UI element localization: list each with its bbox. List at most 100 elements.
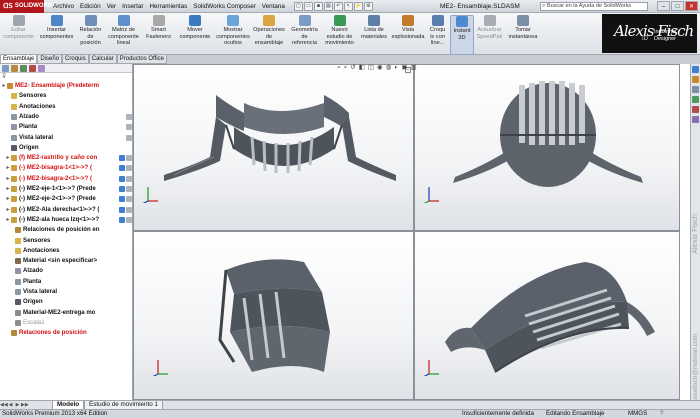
ribbon-button[interactable]: Mover componente: [175, 15, 215, 55]
options-icon[interactable]: ⚙: [363, 1, 373, 11]
tab-scroll-last-icon[interactable]: ▶▶: [21, 402, 29, 408]
ribbon-button[interactable]: Nuevo estudio de movimiento: [322, 15, 357, 55]
tree-item[interactable]: ▸ (f) ME2-rastrillo y caño con: [0, 153, 133, 163]
view-palette-icon[interactable]: [692, 96, 699, 103]
zoom-to-fit-icon[interactable]: ⌕: [337, 64, 341, 72]
zoom-area-icon[interactable]: ⌕: [344, 64, 348, 72]
view-orientation-icon[interactable]: ◫: [368, 64, 374, 72]
solidworks-logo[interactable]: ꓷꓢ SOLIDWORKS: [0, 0, 56, 13]
ribbon-button[interactable]: Geometría de referencia: [287, 15, 322, 55]
previous-view-icon[interactable]: ↺: [350, 64, 355, 72]
tree-item[interactable]: Anotaciones: [0, 102, 133, 112]
ribbon-button[interactable]: Matriz de componente lineal: [105, 15, 142, 55]
display-manager-tab-icon[interactable]: [38, 65, 45, 72]
tree-item[interactable]: Origen: [0, 297, 133, 307]
tree-item[interactable]: ▸ ME2- Ensamblaje (Predeterm: [0, 81, 133, 91]
ribbon-button[interactable]: Relación de posición: [76, 15, 105, 55]
new-document-icon[interactable]: ▢: [293, 1, 303, 11]
filter-icon[interactable]: ⊽: [2, 74, 6, 80]
edit-appearance-icon[interactable]: ◐: [394, 64, 398, 72]
ribbon-button[interactable]: Lista de materiales: [357, 15, 391, 55]
hide-show-items-icon[interactable]: ◍: [386, 64, 392, 72]
tree-item[interactable]: Sensores: [0, 91, 133, 101]
select-icon[interactable]: ↖: [343, 1, 353, 11]
file-explorer-icon[interactable]: [692, 86, 699, 93]
custom-properties-icon[interactable]: [692, 116, 699, 123]
save-icon[interactable]: ■: [313, 1, 323, 11]
ribbon-button[interactable]: Operaciones de ensamblaje: [251, 15, 287, 55]
tree-item[interactable]: Planta: [0, 122, 133, 132]
graphics-area[interactable]: ⌕ ⌕ ↺ ◧ ◫ ◉ ◍ ◐ ▣ ▥ +: [133, 64, 690, 400]
ribbon-button[interactable]: Smart Fasteners: [142, 15, 175, 55]
menu-item[interactable]: SolidWorks Composer: [190, 0, 259, 13]
tree-item[interactable]: ▸ (-) ME2-eje-1<1>->? (Prede: [0, 184, 133, 194]
tree-item[interactable]: ▸ (-) ME2-ala hueca Izq<1>->?: [0, 215, 133, 225]
configuration-tab-icon[interactable]: [20, 65, 27, 72]
feature-tree-tab-icon[interactable]: [2, 65, 9, 72]
menu-item[interactable]: Edición: [77, 0, 104, 13]
tree-item[interactable]: Alzado: [0, 112, 133, 122]
design-library-icon[interactable]: [692, 76, 699, 83]
ribbon-button[interactable]: Vista explosionada: [391, 15, 425, 55]
viewport-top-left[interactable]: +: [133, 64, 414, 231]
command-tab[interactable]: Productos Office: [116, 55, 167, 64]
help-search-input[interactable]: ⌕ Buscar en la Ayuda de SolidWorks: [540, 2, 648, 11]
menu-item[interactable]: Herramientas: [146, 0, 190, 13]
tree-item[interactable]: Anotaciones: [0, 246, 133, 256]
tree-item[interactable]: Material-ME2-entrega mo: [0, 308, 133, 318]
command-tab[interactable]: Ensamblaje: [0, 55, 38, 64]
viewport-bottom-left[interactable]: [133, 231, 414, 400]
viewport-top-right[interactable]: [414, 64, 680, 231]
appearances-icon[interactable]: [692, 106, 699, 113]
tree-item[interactable]: Vista lateral: [0, 133, 133, 143]
section-view-icon[interactable]: ◧: [359, 64, 365, 72]
command-tab[interactable]: Diseño: [37, 55, 63, 64]
tab-scroll-prev-icon[interactable]: ◀: [7, 402, 14, 408]
print-icon[interactable]: ▤: [323, 1, 333, 11]
tree-item[interactable]: Vista lateral: [0, 287, 133, 297]
dimxpert-tab-icon[interactable]: [29, 65, 36, 72]
tree-item[interactable]: Material <sin especificar>: [0, 256, 133, 266]
help-icon[interactable]: ?: [660, 410, 663, 418]
tree-item[interactable]: Alzado: [0, 266, 133, 276]
tree-item[interactable]: ▸ (-) ME2-Ala derecha<1>->? (: [0, 205, 133, 215]
menu-item[interactable]: Archivo: [50, 0, 77, 13]
tree-item[interactable]: ▸ (-) ME2-bisagra-2<1>->? (: [0, 174, 133, 184]
menu-item[interactable]: Insertar: [119, 0, 146, 13]
ribbon-button[interactable]: Tomar instantánea: [505, 15, 541, 55]
display-style-icon[interactable]: ◉: [377, 64, 383, 72]
ribbon-button[interactable]: Croqu is con líne...: [425, 15, 450, 55]
tree-item[interactable]: ▸ (-) ME2-bisagra-1<1>->? (: [0, 163, 133, 173]
tree-item[interactable]: Origen: [0, 143, 133, 153]
ribbon-button[interactable]: Editar componente: [0, 15, 37, 55]
ribbon-button[interactable]: Actualizar SpeedPak: [474, 15, 505, 55]
ribbon-button[interactable]: Mostrar componentes ocultos: [215, 15, 251, 55]
maximize-icon[interactable]: □: [671, 1, 684, 11]
tree-item[interactable]: Relaciones de posición en: [0, 225, 133, 235]
close-icon[interactable]: ✕: [685, 1, 698, 11]
apply-scene-icon[interactable]: ▣: [401, 64, 407, 72]
tree-item[interactable]: Sensores: [0, 236, 133, 246]
command-tab[interactable]: Croquis: [62, 55, 89, 64]
tab-scroll-next-icon[interactable]: ▶: [14, 402, 21, 408]
viewport-bottom-right[interactable]: [414, 231, 680, 400]
configuration-flag-icon: [119, 186, 125, 192]
undo-icon[interactable]: ↶: [333, 1, 343, 11]
tree-item[interactable]: Planta: [0, 277, 133, 287]
ribbon-button[interactable]: Insertar componentes: [37, 15, 76, 55]
command-tab[interactable]: Calcular: [88, 55, 117, 64]
ribbon-button[interactable]: Instant 3D: [450, 15, 474, 55]
tree-item[interactable]: ▸ (-) ME2-eje-2<1>->? (Prede: [0, 194, 133, 204]
open-icon[interactable]: ▭: [303, 1, 313, 11]
rebuild-icon[interactable]: ⚡: [353, 1, 363, 11]
property-manager-tab-icon[interactable]: [11, 65, 18, 72]
tree-item[interactable]: Relaciones de posición: [0, 328, 133, 338]
view-settings-icon[interactable]: ▥: [410, 64, 416, 72]
solidworks-resources-icon[interactable]: [692, 66, 699, 73]
tab-scroll-first-icon[interactable]: ◀◀: [0, 402, 8, 408]
status-units[interactable]: MMGS: [628, 410, 647, 418]
menu-item[interactable]: Ver: [104, 0, 119, 13]
tree-item[interactable]: Escala1: [0, 318, 133, 328]
minimize-icon[interactable]: –: [657, 1, 670, 11]
menu-item[interactable]: Ventana: [259, 0, 288, 13]
